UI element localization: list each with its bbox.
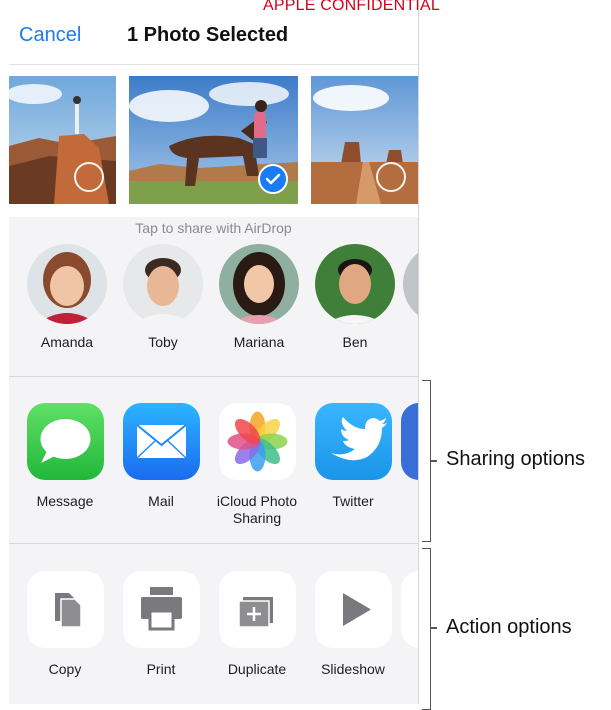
action-options-row: Copy Print Duplicate Slideshow — [9, 571, 418, 704]
photo-desert-road[interactable] — [311, 76, 418, 204]
action-slideshow-button[interactable]: Slideshow — [305, 571, 401, 678]
sharing-options-bracket — [422, 380, 431, 542]
person-name: Mariana — [233, 334, 285, 350]
person-name: Amanda — [40, 334, 94, 350]
photo-horse-rider[interactable] — [129, 76, 298, 204]
slideshow-icon — [314, 571, 392, 648]
share-more-partial[interactable] — [401, 403, 418, 480]
avatar — [123, 244, 203, 324]
app-label: Print — [146, 661, 176, 677]
app-label: Mail — [148, 493, 174, 509]
share-sheet: Cancel 1 Photo Selected Tap to share wit… — [9, 10, 419, 704]
airdrop-person-amanda[interactable]: Amanda — [19, 244, 115, 350]
page-title: 1 Photo Selected — [127, 24, 289, 46]
action-print-button[interactable]: Print — [113, 571, 209, 678]
divider — [9, 376, 418, 377]
action-more-partial[interactable] — [401, 571, 418, 648]
nav-bar: Cancel 1 Photo Selected — [9, 10, 418, 65]
photo-strip[interactable] — [9, 76, 418, 204]
share-twitter-button[interactable]: Twitter — [305, 403, 401, 510]
action-options-label: Action options — [446, 616, 572, 638]
airdrop-person-partial[interactable] — [403, 244, 418, 324]
mail-icon — [122, 403, 200, 480]
action-options-bracket — [422, 548, 431, 710]
airdrop-person-ben[interactable]: Ben — [307, 244, 403, 350]
app-label: Slideshow — [321, 661, 385, 677]
photo-canyon-cliff[interactable] — [9, 76, 116, 204]
app-label: Copy — [48, 661, 82, 677]
copy-icon — [26, 571, 104, 648]
selection-circle-icon — [376, 162, 406, 192]
share-mail-button[interactable]: Mail — [113, 403, 209, 510]
sharing-options-label: Sharing options — [446, 448, 585, 470]
bracket-tick — [431, 627, 437, 629]
photos-icon — [218, 403, 296, 480]
selected-checkmark-icon — [258, 164, 288, 194]
print-icon — [122, 571, 200, 648]
person-name: Ben — [342, 334, 368, 350]
app-label: Twitter — [332, 493, 374, 509]
sharing-options-row: Message Mail iCloud Photo Sharing Twitte… — [9, 403, 418, 543]
share-sheet-header-area: Cancel 1 Photo Selected — [9, 10, 418, 217]
action-copy-button[interactable]: Copy — [17, 571, 113, 678]
app-label: Message — [36, 493, 94, 509]
selection-circle-icon — [74, 162, 104, 192]
app-label: iCloud Photo Sharing — [216, 493, 298, 526]
message-icon — [26, 403, 104, 480]
airdrop-hint: Tap to share with AirDrop — [135, 220, 292, 236]
share-message-button[interactable]: Message — [17, 403, 113, 510]
bracket-tick — [431, 460, 437, 462]
avatar — [219, 244, 299, 324]
divider — [9, 543, 418, 544]
cancel-button[interactable]: Cancel — [19, 24, 81, 47]
action-duplicate-button[interactable]: Duplicate — [209, 571, 305, 678]
airdrop-people-row: Amanda Toby Mariana Ben — [9, 244, 418, 384]
person-name: Toby — [148, 334, 178, 350]
avatar — [27, 244, 107, 324]
duplicate-icon — [218, 571, 296, 648]
app-label: Duplicate — [227, 661, 287, 677]
airdrop-person-toby[interactable]: Toby — [115, 244, 211, 350]
share-icloud-photo-sharing-button[interactable]: iCloud Photo Sharing — [209, 403, 305, 527]
avatar — [315, 244, 395, 324]
airdrop-person-mariana[interactable]: Mariana — [211, 244, 307, 350]
twitter-icon — [314, 403, 392, 480]
